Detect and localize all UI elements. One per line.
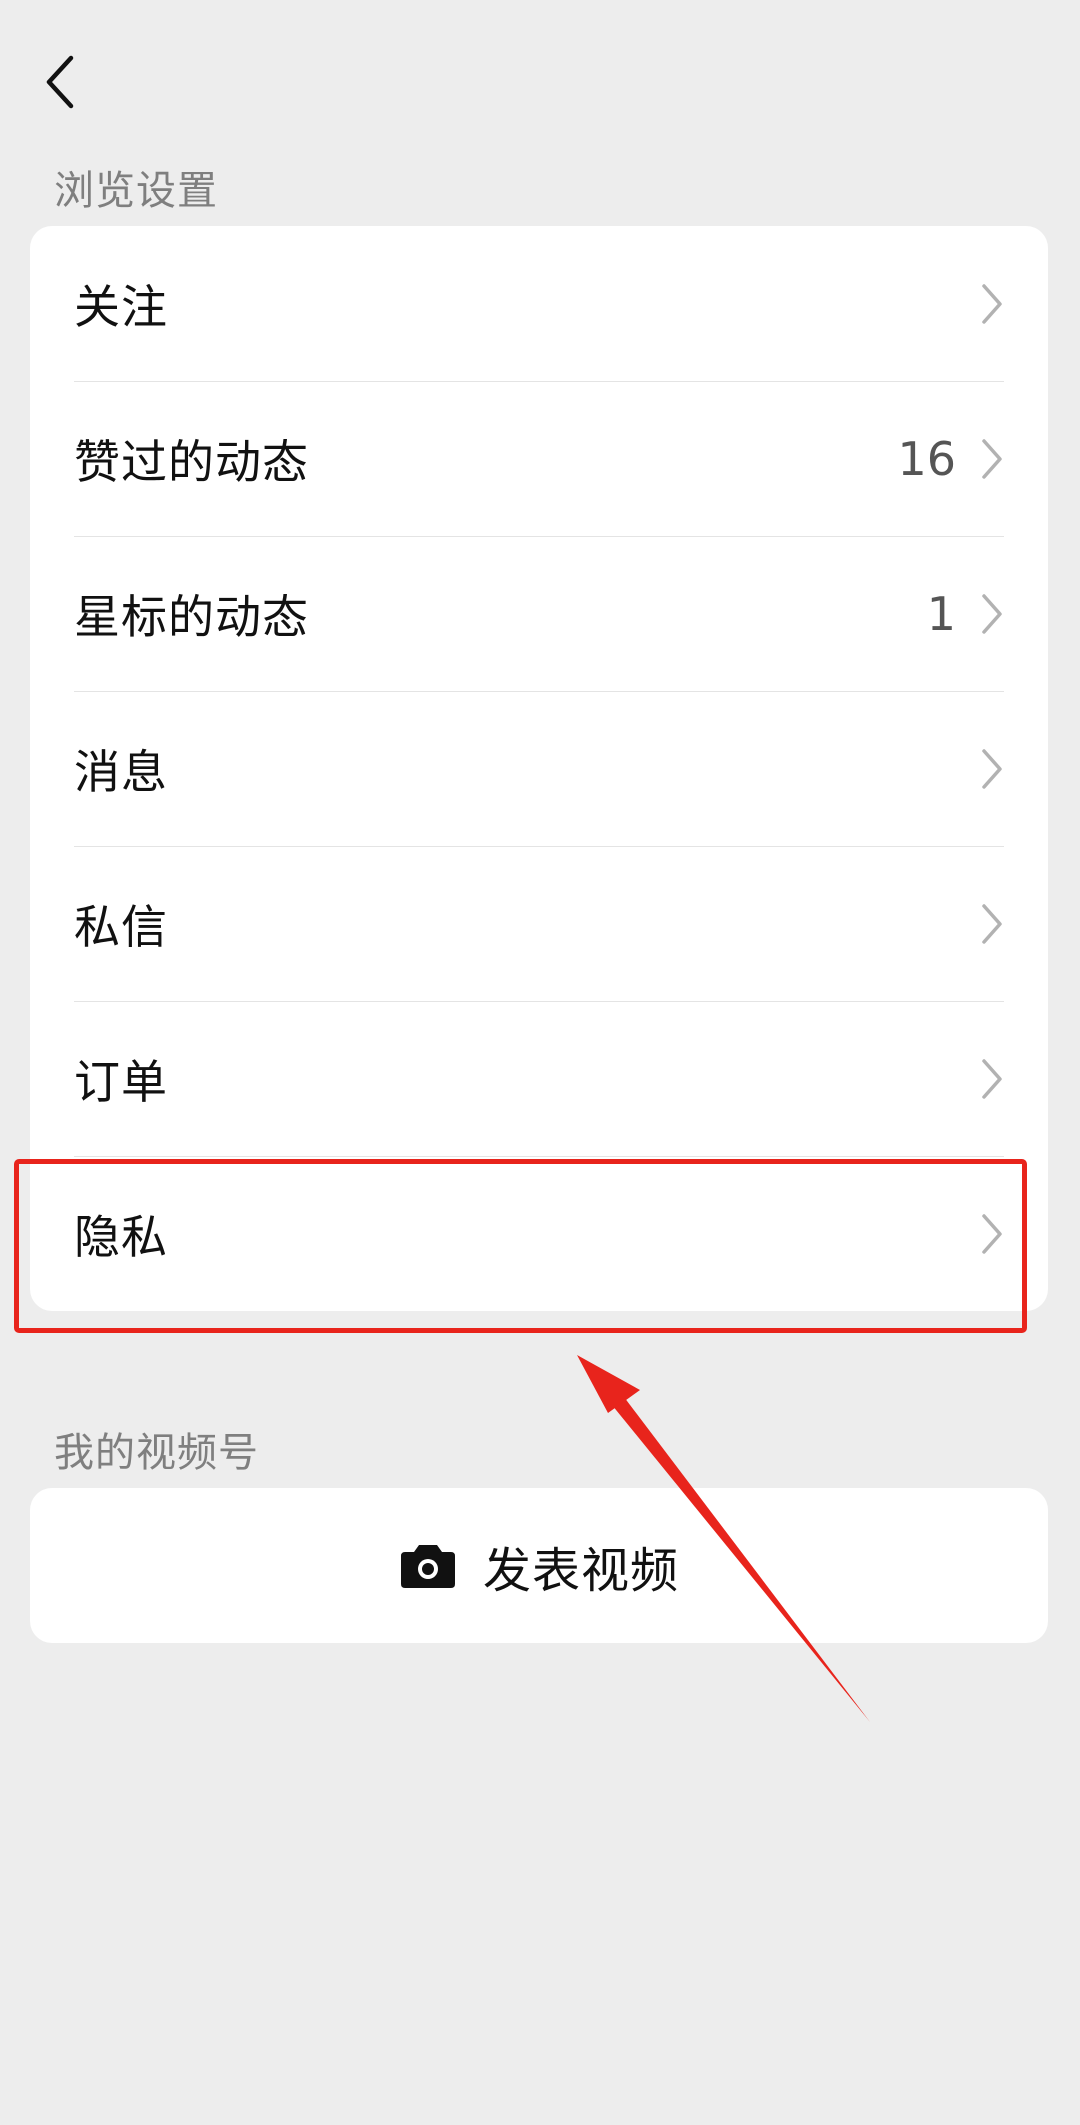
list-item-starred-posts[interactable]: 星标的动态 1	[30, 536, 1048, 691]
list-item-label: 隐私	[74, 1209, 168, 1264]
chevron-right-icon	[980, 282, 1004, 326]
camera-icon	[400, 1544, 455, 1588]
list-item-label: 星标的动态	[74, 589, 309, 644]
back-button[interactable]	[30, 52, 90, 112]
chevron-right-icon	[980, 747, 1004, 791]
browse-settings-card: 关注 赞过的动态 16 星标的动态 1 消息 私信 订单 隐私	[30, 226, 1048, 1311]
list-item-follow[interactable]: 关注	[30, 226, 1048, 381]
chevron-right-icon	[980, 1212, 1004, 1256]
list-item-private-messages[interactable]: 私信	[30, 846, 1048, 1001]
chevron-right-icon	[980, 592, 1004, 636]
list-item-orders[interactable]: 订单	[30, 1001, 1048, 1156]
channel-card: 发表视频	[30, 1488, 1048, 1643]
list-item-label: 私信	[74, 899, 168, 954]
my-channel-title: 我的视频号	[54, 1430, 259, 1476]
list-item-privacy[interactable]: 隐私	[30, 1156, 1048, 1311]
list-item-messages[interactable]: 消息	[30, 691, 1048, 846]
count-badge: 1	[926, 586, 956, 641]
post-video-label: 发表视频	[482, 1542, 679, 1599]
list-item-label: 关注	[74, 279, 168, 334]
count-badge: 16	[897, 431, 956, 486]
list-item-liked-posts[interactable]: 赞过的动态 16	[30, 381, 1048, 536]
list-item-label: 赞过的动态	[74, 434, 309, 489]
chevron-left-icon	[46, 55, 74, 109]
chevron-right-icon	[980, 437, 1004, 481]
chevron-right-icon	[980, 902, 1004, 946]
post-video-button[interactable]: 发表视频	[30, 1488, 1048, 1643]
browse-settings-title: 浏览设置	[54, 168, 218, 214]
list-item-label: 订单	[74, 1054, 168, 1109]
list-item-label: 消息	[74, 744, 168, 799]
chevron-right-icon	[980, 1057, 1004, 1101]
